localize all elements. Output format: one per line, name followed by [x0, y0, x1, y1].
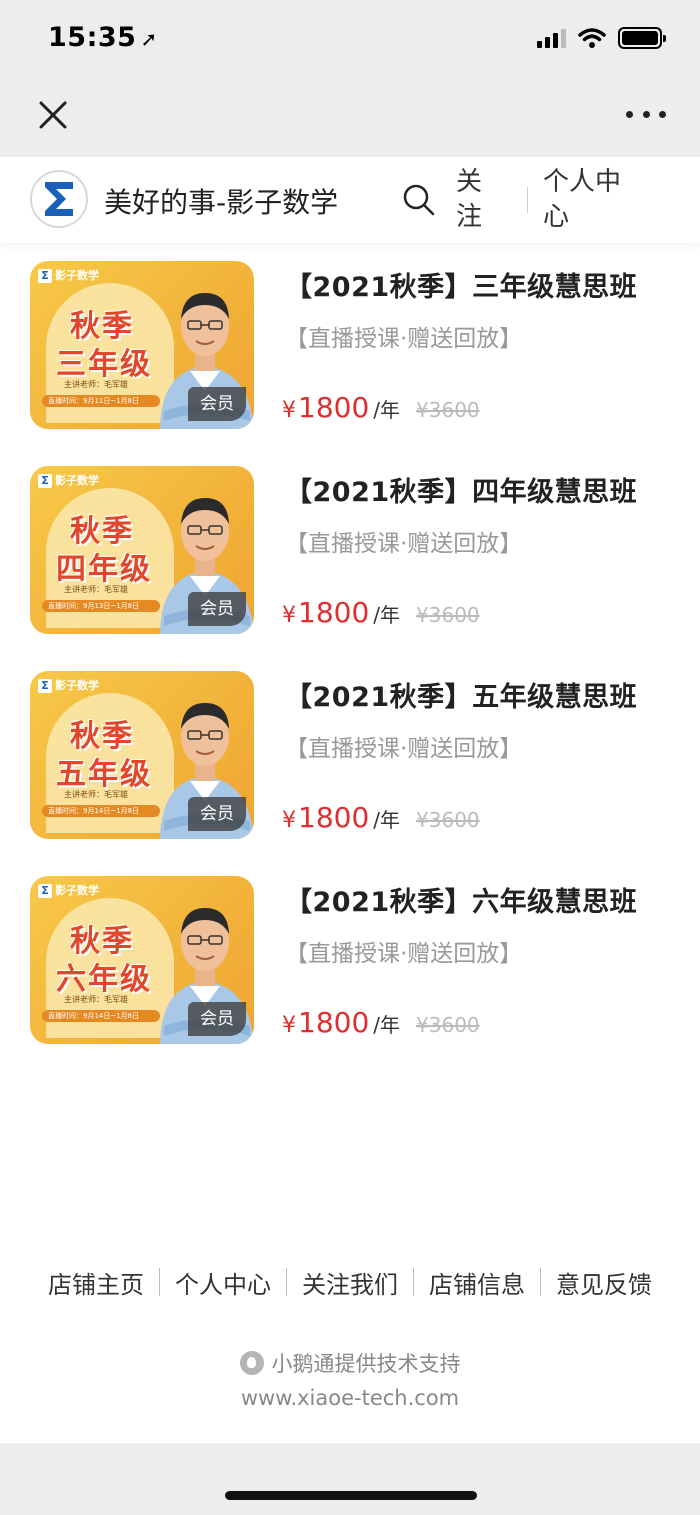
price-value: 1800 [298, 801, 370, 834]
course-item[interactable]: Σ 影子数学 秋季 四年级 主讲老师：毛军雄 直播时间：9月13日~1月8日 会员… [0, 448, 700, 653]
location-icon: ➚ [140, 27, 158, 51]
member-badge: 会员 [188, 592, 246, 626]
powered-by-text: 小鹅通提供技术支持 [271, 1352, 461, 1376]
price-unit: /年 [373, 1013, 401, 1037]
thumbnail-brand-text: 影子数学 [55, 679, 99, 692]
footer-links: 店铺主页 个人中心 关注我们 店铺信息 意见反馈 [0, 1262, 700, 1302]
price-unit: /年 [373, 808, 401, 832]
thumbnail-brand-text: 影子数学 [55, 474, 99, 487]
price-value: 1800 [298, 596, 370, 629]
thumbnail-brand: Σ 影子数学 [38, 472, 99, 488]
price-row: ¥ 1800 /年 ¥3600 [282, 1006, 480, 1046]
shop-logo[interactable] [30, 170, 88, 228]
footer-link-shop-home[interactable]: 店铺主页 [33, 1265, 159, 1300]
course-item[interactable]: Σ 影子数学 秋季 三年级 主讲老师：毛军雄 直播时间：9月11日~1月8日 会员… [0, 243, 700, 448]
course-title[interactable]: 【2021秋季】三年级慧思班 [285, 265, 637, 304]
thumbnail-brand-text: 影子数学 [55, 269, 99, 282]
status-icons [537, 26, 666, 50]
footer-link-personal-center[interactable]: 个人中心 [160, 1265, 286, 1300]
thumbnail-grade: 五年级 [56, 757, 152, 792]
more-icon[interactable] [626, 104, 666, 124]
thumbnail-brand: Σ 影子数学 [38, 677, 99, 693]
powered-by-url[interactable]: www.xiaoe-tech.com [0, 1386, 700, 1410]
thumbnail-dates: 直播时间：9月14日~1月8日 [42, 1010, 160, 1022]
course-title[interactable]: 【2021秋季】六年级慧思班 [285, 880, 637, 919]
original-price: ¥3600 [416, 603, 480, 627]
course-subtitle: 【直播授课·赠送回放】 [285, 531, 523, 557]
original-price: ¥3600 [416, 1013, 480, 1037]
follow-link[interactable]: 关注 [456, 165, 496, 235]
thumbnail-dates: 直播时间：9月14日~1月8日 [42, 805, 160, 817]
sigma-mark-icon: Σ [38, 679, 52, 693]
thumbnail-teacher: 主讲老师：毛军雄 [64, 995, 128, 1004]
course-subtitle: 【直播授课·赠送回放】 [285, 326, 523, 352]
course-thumbnail[interactable]: Σ 影子数学 秋季 四年级 主讲老师：毛军雄 直播时间：9月13日~1月8日 会员 [30, 466, 254, 634]
status-time: 15:35 ➚ [48, 22, 158, 53]
search-icon[interactable] [402, 183, 436, 217]
course-subtitle: 【直播授课·赠送回放】 [285, 941, 523, 967]
footer-link-follow-us[interactable]: 关注我们 [287, 1265, 413, 1300]
original-price: ¥3600 [416, 808, 480, 832]
course-subtitle: 【直播授课·赠送回放】 [285, 736, 523, 762]
thumbnail-grade: 四年级 [56, 552, 152, 587]
course-thumbnail[interactable]: Σ 影子数学 秋季 五年级 主讲老师：毛军雄 直播时间：9月14日~1月8日 会员 [30, 671, 254, 839]
course-thumbnail[interactable]: Σ 影子数学 秋季 三年级 主讲老师：毛军雄 直播时间：9月11日~1月8日 会员 [30, 261, 254, 429]
member-badge: 会员 [188, 1002, 246, 1036]
thumbnail-grade: 三年级 [56, 347, 152, 382]
price-currency: ¥ [282, 603, 296, 628]
member-badge: 会员 [188, 387, 246, 421]
original-price: ¥3600 [416, 398, 480, 422]
header-divider [527, 187, 528, 213]
course-title[interactable]: 【2021秋季】四年级慧思班 [285, 470, 637, 509]
price-row: ¥ 1800 /年 ¥3600 [282, 391, 480, 431]
personal-center-link[interactable]: 个人中心 [543, 165, 635, 235]
footer-link-feedback[interactable]: 意见反馈 [541, 1265, 667, 1300]
price-value: 1800 [298, 391, 370, 424]
signal-icon [537, 28, 566, 48]
home-indicator[interactable] [225, 1491, 477, 1500]
course-item[interactable]: Σ 影子数学 秋季 六年级 主讲老师：毛军雄 直播时间：9月14日~1月8日 会员… [0, 858, 700, 1063]
close-icon[interactable] [34, 96, 72, 134]
member-badge: 会员 [188, 797, 246, 831]
wifi-icon [578, 28, 606, 48]
thumbnail-teacher: 主讲老师：毛军雄 [64, 585, 128, 594]
bottom-bar [0, 1443, 700, 1515]
shop-header: 美好的事-影子数学 关注 个人中心 [0, 157, 700, 243]
price-row: ¥ 1800 /年 ¥3600 [282, 596, 480, 636]
thumbnail-grade: 六年级 [56, 962, 152, 997]
course-thumbnail[interactable]: Σ 影子数学 秋季 六年级 主讲老师：毛军雄 直播时间：9月14日~1月8日 会员 [30, 876, 254, 1044]
course-title[interactable]: 【2021秋季】五年级慧思班 [285, 675, 637, 714]
thumbnail-teacher: 主讲老师：毛军雄 [64, 380, 128, 389]
price-currency: ¥ [282, 1013, 296, 1038]
thumbnail-teacher: 主讲老师：毛军雄 [64, 790, 128, 799]
course-item[interactable]: Σ 影子数学 秋季 五年级 主讲老师：毛军雄 直播时间：9月14日~1月8日 会员… [0, 653, 700, 858]
thumbnail-dates: 直播时间：9月13日~1月8日 [42, 600, 160, 612]
footer-link-shop-info[interactable]: 店铺信息 [414, 1265, 540, 1300]
powered-by: 小鹅通提供技术支持 [0, 1348, 700, 1378]
sigma-logo-icon [45, 182, 73, 216]
price-currency: ¥ [282, 808, 296, 833]
top-bar: 15:35 ➚ [0, 0, 700, 157]
sigma-mark-icon: Σ [38, 884, 52, 898]
thumbnail-dates: 直播时间：9月11日~1月8日 [42, 395, 160, 407]
thumbnail-brand: Σ 影子数学 [38, 267, 99, 283]
price-unit: /年 [373, 603, 401, 627]
status-time-text: 15:35 [48, 22, 137, 53]
sigma-mark-icon: Σ [38, 474, 52, 488]
price-row: ¥ 1800 /年 ¥3600 [282, 801, 480, 841]
price-currency: ¥ [282, 398, 296, 423]
thumbnail-brand-text: 影子数学 [55, 884, 99, 897]
thumbnail-brand: Σ 影子数学 [38, 882, 99, 898]
shop-name: 美好的事-影子数学 [104, 186, 339, 219]
battery-icon [618, 27, 666, 49]
price-unit: /年 [373, 398, 401, 422]
price-value: 1800 [298, 1006, 370, 1039]
xiaoe-logo-icon [239, 1351, 264, 1375]
sigma-mark-icon: Σ [38, 269, 52, 283]
